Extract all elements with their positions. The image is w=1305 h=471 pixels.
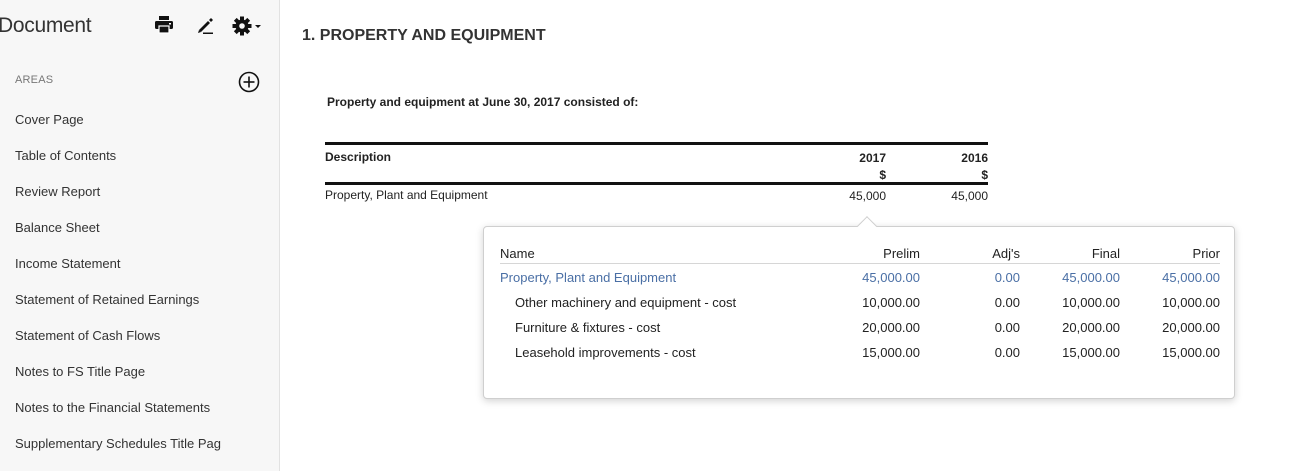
col-final: Final [1091,246,1120,261]
row-final: 20,000.00 [1062,320,1120,335]
row-adj: 0.00 [994,345,1020,360]
row-prior: 15,000.00 [1162,345,1220,360]
row-final: 10,000.00 [1062,295,1120,310]
account-breakdown-popover: Name Prelim Adj's Final Prior Property, … [483,216,1235,399]
header-year-2016: 2016 $ [961,150,988,184]
row-description[interactable]: Property, Plant and Equipment [325,188,488,202]
breakdown-table: Name Prelim Adj's Final Prior Property, … [500,242,1220,364]
sidebar-title: Document [0,14,92,37]
row-name[interactable]: Property, Plant and Equipment [500,270,676,285]
sidebar-item-review-report[interactable]: Review Report [15,182,221,218]
header-year-2017: 2017 $ [859,150,886,184]
row-prelim: 15,000.00 [862,345,920,360]
col-adj: Adj's [992,246,1020,261]
sidebar: Document AREAS Cover Page Table of Conte… [0,0,280,471]
header-description: Description [325,150,392,164]
breakdown-row: Other machinery and equipment - cost 10,… [500,289,1220,314]
print-icon[interactable] [154,16,174,39]
areas-label: AREAS [15,74,54,86]
sidebar-item-notes-title-page[interactable]: Notes to FS Title Page [15,362,221,398]
col-prior: Prior [1192,246,1220,261]
row-adj: 0.00 [994,270,1020,285]
sidebar-item-supplementary-title-page[interactable]: Supplementary Schedules Title Pag [15,434,221,470]
row-final: 15,000.00 [1062,345,1120,360]
caret-down-icon [255,25,261,28]
sidebar-item-notes[interactable]: Notes to the Financial Statements [15,398,221,434]
gear-icon[interactable] [232,16,264,41]
row-prior: 45,000.00 [1162,270,1220,285]
popover-arrow [857,216,877,236]
areas-nav: Cover Page Table of Contents Review Repo… [15,110,221,470]
sidebar-item-table-of-contents[interactable]: Table of Contents [15,146,221,182]
row-prior: 10,000.00 [1162,295,1220,310]
row-prelim: 10,000.00 [862,295,920,310]
sidebar-item-cash-flows[interactable]: Statement of Cash Flows [15,326,221,362]
sidebar-item-balance-sheet[interactable]: Balance Sheet [15,218,221,254]
sidebar-item-cover-page[interactable]: Cover Page [15,110,221,146]
document-main: 1. PROPERTY AND EQUIPMENT Property and e… [281,0,1305,471]
edit-pen-icon[interactable] [196,16,214,39]
header-year1-unit: $ [879,168,886,182]
breakdown-row: Furniture & fixtures - cost 20,000.00 0.… [500,314,1220,339]
sidebar-item-income-statement[interactable]: Income Statement [15,254,221,290]
note-title: 1. PROPERTY AND EQUIPMENT [302,27,546,44]
row-prelim: 45,000.00 [862,270,920,285]
fs-table: Description 2017 $ 2016 $ Property, Plan… [325,142,988,207]
header-year2-unit: $ [981,168,988,182]
header-year2-label: 2016 [961,151,988,165]
row-final: 45,000.00 [1062,270,1120,285]
col-name: Name [500,246,535,261]
row-adj: 0.00 [994,295,1020,310]
row-adj: 0.00 [994,320,1020,335]
row-prior: 20,000.00 [1162,320,1220,335]
row-name: Other machinery and equipment - cost [515,295,737,310]
row-prelim: 20,000.00 [862,320,920,335]
header-year1-label: 2017 [859,151,886,165]
row-name: Furniture & fixtures - cost [515,320,661,335]
breakdown-row: Leasehold improvements - cost 15,000.00 … [500,339,1220,364]
breakdown-row-group[interactable]: Property, Plant and Equipment 45,000.00 … [500,264,1220,289]
note-intro: Property and equipment at June 30, 2017 … [327,95,639,109]
row-value-2017[interactable]: 45,000 [849,189,886,203]
add-circle-icon[interactable] [238,71,260,98]
fs-table-header: Description 2017 $ 2016 $ [325,142,988,185]
col-prelim: Prelim [883,246,920,261]
breakdown-header: Name Prelim Adj's Final Prior [500,242,1220,264]
table-row: Property, Plant and Equipment 45,000 45,… [325,185,988,207]
row-name: Leasehold improvements - cost [515,345,696,360]
sidebar-item-retained-earnings[interactable]: Statement of Retained Earnings [15,290,221,326]
row-value-2016: 45,000 [951,189,988,203]
